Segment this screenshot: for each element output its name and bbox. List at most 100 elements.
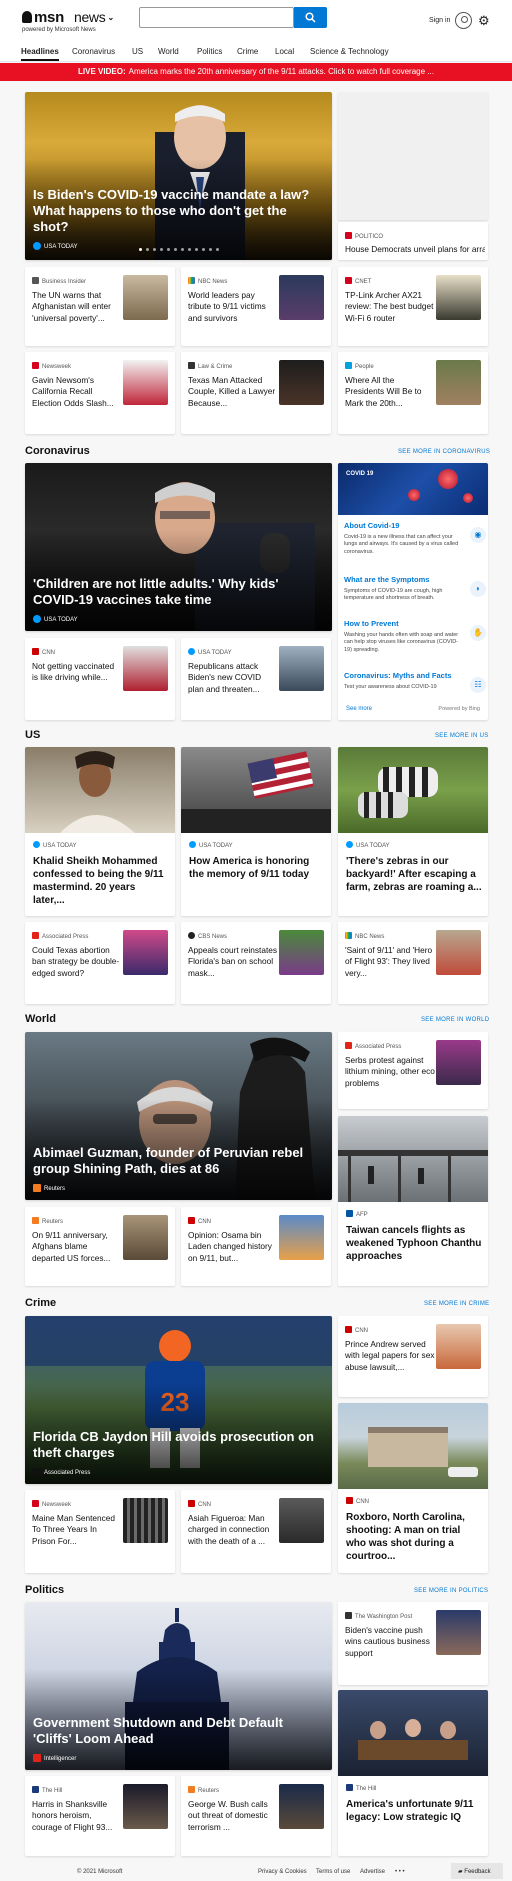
news-card-large[interactable]: USA TODAY How America is honoring the me… <box>181 747 331 916</box>
hero-title[interactable]: Florida CB Jaydon Hill avoids prosecutio… <box>33 1429 322 1461</box>
see-more-us[interactable]: SEE MORE IN US <box>435 733 489 739</box>
news-card[interactable]: CNN Opinion: Osama bin Laden changed his… <box>181 1207 331 1286</box>
card-title[interactable]: Appeals court reinstates Florida's ban o… <box>188 945 278 991</box>
card-title[interactable]: House Democrats unveil plans for array .… <box>345 244 485 255</box>
chevron-down-icon[interactable]: ⌄ <box>107 13 114 22</box>
headline-hero-card[interactable]: Is Biden's COVID-19 vaccine mandate a la… <box>25 92 332 260</box>
see-more-coronavirus[interactable]: SEE MORE IN CORONAVIRUS <box>398 449 490 455</box>
news-card[interactable]: Associated Press Could Texas abortion ba… <box>25 922 175 1004</box>
card-title[interactable]: Not getting vaccinated is like driving w… <box>32 661 122 707</box>
news-card-large[interactable]: AFP Taiwan cancels flights as weakened T… <box>338 1116 488 1286</box>
covid-item-title[interactable]: What are the Symptoms <box>344 575 488 584</box>
covid-item-title[interactable]: Coronavirus: Myths and Facts <box>344 671 488 680</box>
news-card[interactable]: Law & Crime Texas Man Attacked Couple, K… <box>181 352 331 434</box>
card-title[interactable]: Gavin Newsom's California Recall Electio… <box>32 375 122 421</box>
crime-hero-card[interactable]: 23 Florida CB Jaydon Hill avoids prosecu… <box>25 1316 332 1484</box>
footer-more-icon[interactable]: • • • <box>395 1869 405 1875</box>
card-title[interactable]: 'There's zebras in our backyard!' After … <box>346 855 482 907</box>
news-card[interactable]: Business Insider The UN warns that Afgha… <box>25 267 175 346</box>
covid-item-myths[interactable]: Coronavirus: Myths and Facts Test your a… <box>344 671 488 699</box>
news-card[interactable]: CBS News Appeals court reinstates Florid… <box>181 922 331 1004</box>
card-title[interactable]: World leaders pay tribute to 9/11 victim… <box>188 290 278 336</box>
news-card-large[interactable]: The Hill America's unfortunate 9/11 lega… <box>338 1690 488 1856</box>
tab-science-technology[interactable]: Science & Technology <box>310 47 389 56</box>
section-title-world[interactable]: World <box>25 1013 56 1025</box>
covid-item-prevent[interactable]: How to Prevent Washing your hands often … <box>344 619 488 661</box>
card-title[interactable]: Khalid Sheikh Mohammed confessed to bein… <box>33 855 169 907</box>
news-card[interactable]: Reuters George W. Bush calls out threat … <box>181 1776 331 1856</box>
footer-link-advertise[interactable]: Advertise <box>360 1869 385 1875</box>
tab-world[interactable]: World <box>158 47 179 56</box>
headline-side-card[interactable]: POLITICO House Democrats unveil plans fo… <box>338 222 488 260</box>
see-more-world[interactable]: SEE MORE IN WORLD <box>421 1017 489 1023</box>
news-card[interactable]: CNN Not getting vaccinated is like drivi… <box>25 638 175 720</box>
covid-item-about[interactable]: About Covid-19 Covid-19 is a new illness… <box>344 521 488 563</box>
feedback-button[interactable]: ▰ Feedback <box>451 1863 503 1879</box>
card-title[interactable]: Where All the Presidents Will Be to Mark… <box>345 375 435 421</box>
avatar-icon[interactable] <box>455 12 472 29</box>
tab-headlines[interactable]: Headlines <box>21 47 59 61</box>
footer-link-privacy[interactable]: Privacy & Cookies <box>258 1869 307 1875</box>
card-title[interactable]: How America is honoring the memory of 9/… <box>189 855 325 907</box>
tab-local[interactable]: Local <box>275 47 294 56</box>
card-title[interactable]: George W. Bush calls out threat of domes… <box>188 1799 278 1845</box>
card-title[interactable]: Serbs protest against lithium mining, ot… <box>345 1055 435 1101</box>
news-card[interactable]: The Hill Harris in Shanksville honors he… <box>25 1776 175 1856</box>
covid-item-title[interactable]: How to Prevent <box>344 619 488 628</box>
card-title[interactable]: Opinion: Osama bin Laden changed history… <box>188 1230 278 1276</box>
news-card-large[interactable]: CNN Roxboro, North Carolina, shooting: A… <box>338 1403 488 1573</box>
card-title[interactable]: Texas Man Attacked Couple, Killed a Lawy… <box>188 375 278 421</box>
footer-link-terms[interactable]: Terms of use <box>316 1869 350 1875</box>
hero-title[interactable]: Abimael Guzman, founder of Peruvian rebe… <box>33 1145 322 1177</box>
news-card-large[interactable]: USA TODAY 'There's zebras in our backyar… <box>338 747 488 916</box>
sign-in-link[interactable]: Sign in <box>429 17 450 24</box>
news-card[interactable]: The Washington Post Biden's vaccine push… <box>338 1602 488 1685</box>
covid-see-more[interactable]: See more <box>346 706 372 712</box>
section-title-politics[interactable]: Politics <box>25 1584 64 1596</box>
covid-item-symptoms[interactable]: What are the Symptoms Symptoms of COVID-… <box>344 575 488 611</box>
section-title-crime[interactable]: Crime <box>25 1297 56 1309</box>
card-title[interactable]: Harris in Shanksville honors heroism, co… <box>32 1799 122 1845</box>
card-title[interactable]: Prince Andrew served with legal papers f… <box>345 1339 435 1385</box>
card-title[interactable]: America's unfortunate 9/11 legacy: Low s… <box>346 1798 482 1850</box>
card-title[interactable]: Republicans attack Biden's new COVID pla… <box>188 661 278 707</box>
card-title[interactable]: Roxboro, North Carolina, shooting: A man… <box>346 1511 482 1563</box>
card-title[interactable]: 'Saint of 9/11' and 'Hero of Flight 93':… <box>345 945 435 991</box>
news-card[interactable]: CNN Asiah Figueroa: Man charged in conne… <box>181 1490 331 1573</box>
search-input[interactable] <box>139 7 294 28</box>
news-card-large[interactable]: USA TODAY Khalid Sheikh Mohammed confess… <box>25 747 175 916</box>
gear-icon[interactable]: ⚙ <box>478 14 490 27</box>
live-video-banner[interactable]: LIVE VIDEO: America marks the 20th annive… <box>0 63 512 81</box>
hero-title[interactable]: Government Shutdown and Debt Default 'Cl… <box>33 1715 322 1747</box>
news-card[interactable]: Associated Press Serbs protest against l… <box>338 1032 488 1109</box>
tab-coronavirus[interactable]: Coronavirus <box>72 47 115 56</box>
section-title-coronavirus[interactable]: Coronavirus <box>25 445 90 457</box>
card-title[interactable]: On 9/11 anniversary, Afghans blame depar… <box>32 1230 122 1276</box>
see-more-crime[interactable]: SEE MORE IN CRIME <box>424 1301 489 1307</box>
world-hero-card[interactable]: Abimael Guzman, founder of Peruvian rebe… <box>25 1032 332 1200</box>
coronavirus-hero-card[interactable]: 'Children are not little adults.' Why ki… <box>25 463 332 631</box>
carousel-dots[interactable] <box>25 238 332 256</box>
card-title[interactable]: Taiwan cancels flights as weakened Typho… <box>346 1224 482 1276</box>
card-title[interactable]: The UN warns that Afghanistan will enter… <box>32 290 122 336</box>
hero-title[interactable]: Is Biden's COVID-19 vaccine mandate a la… <box>33 187 322 235</box>
news-card[interactable]: People Where All the Presidents Will Be … <box>338 352 488 434</box>
card-title[interactable]: TP-Link Archer AX21 review: The best bud… <box>345 290 435 336</box>
news-card[interactable]: NBC News World leaders pay tribute to 9/… <box>181 267 331 346</box>
see-more-politics[interactable]: SEE MORE IN POLITICS <box>414 1588 488 1594</box>
search-button[interactable] <box>294 7 327 28</box>
news-card[interactable]: NBC News 'Saint of 9/11' and 'Hero of Fl… <box>338 922 488 1004</box>
card-title[interactable]: Asiah Figueroa: Man charged in connectio… <box>188 1513 278 1559</box>
news-card[interactable]: Reuters On 9/11 anniversary, Afghans bla… <box>25 1207 175 1286</box>
tab-us[interactable]: US <box>132 47 143 56</box>
tab-crime[interactable]: Crime <box>237 47 258 56</box>
hero-title[interactable]: 'Children are not little adults.' Why ki… <box>33 576 322 608</box>
news-card[interactable]: Newsweek Gavin Newsom's California Recal… <box>25 352 175 434</box>
tab-politics[interactable]: Politics <box>197 47 222 56</box>
news-card[interactable]: Newsweek Maine Man Sentenced To Three Ye… <box>25 1490 175 1573</box>
news-card[interactable]: CNN Prince Andrew served with legal pape… <box>338 1316 488 1397</box>
politics-hero-card[interactable]: Government Shutdown and Debt Default 'Cl… <box>25 1602 332 1770</box>
news-card[interactable]: CNET TP-Link Archer AX21 review: The bes… <box>338 267 488 346</box>
card-title[interactable]: Biden's vaccine push wins cautious busin… <box>345 1625 435 1671</box>
section-title-us[interactable]: US <box>25 729 40 741</box>
